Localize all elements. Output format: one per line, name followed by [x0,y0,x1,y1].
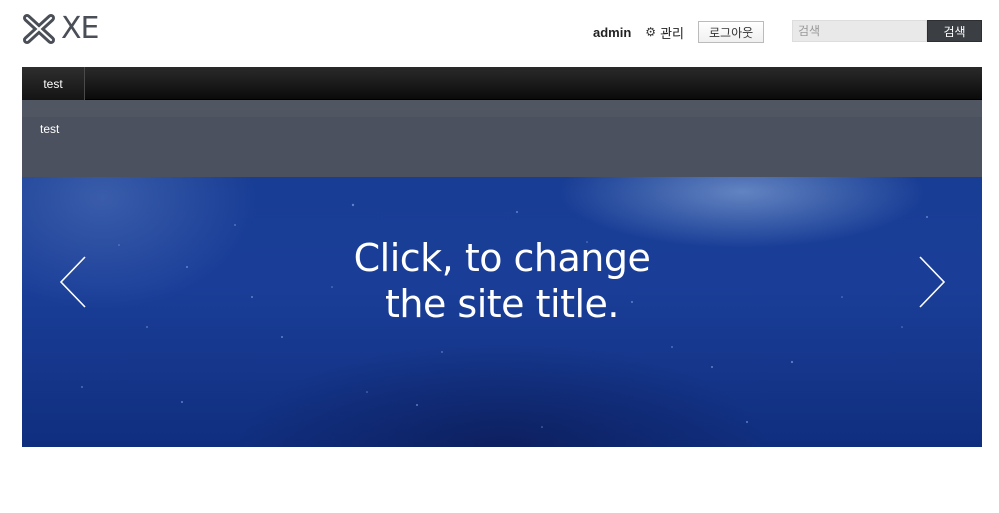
site-title-line-2: the site title. [384,282,620,326]
search-button[interactable]: 검색 [927,20,982,42]
search-input[interactable] [792,20,927,42]
admin-manage-link[interactable]: ⚙ 관리 [645,23,684,42]
subnav-item-test[interactable]: test [40,122,59,136]
gear-icon: ⚙ [645,25,657,39]
search-form: 검색 [792,20,982,42]
xe-logo-icon [23,14,55,44]
subnav-band [22,100,982,117]
nav-item-test[interactable]: test [22,67,85,100]
logout-button[interactable]: 로그아웃 [697,21,765,43]
manage-label: 관리 [660,25,684,41]
site-title-line-1: Click, to change [353,236,651,280]
hero-banner: Click, to change the site title. [22,177,982,447]
chevron-left-icon[interactable] [59,255,89,309]
main-navigation: test [22,67,982,100]
site-logo[interactable]: XE [21,11,100,46]
sub-navigation: test [22,100,982,177]
site-header: XE admin ⚙ 관리 로그아웃 검색 [0,0,999,66]
chevron-right-icon[interactable] [916,255,946,309]
username-label[interactable]: admin [593,25,631,40]
logo-text: XE [61,11,100,46]
site-title[interactable]: Click, to change the site title. [22,235,982,327]
account-bar: admin ⚙ 관리 로그아웃 [593,21,765,43]
